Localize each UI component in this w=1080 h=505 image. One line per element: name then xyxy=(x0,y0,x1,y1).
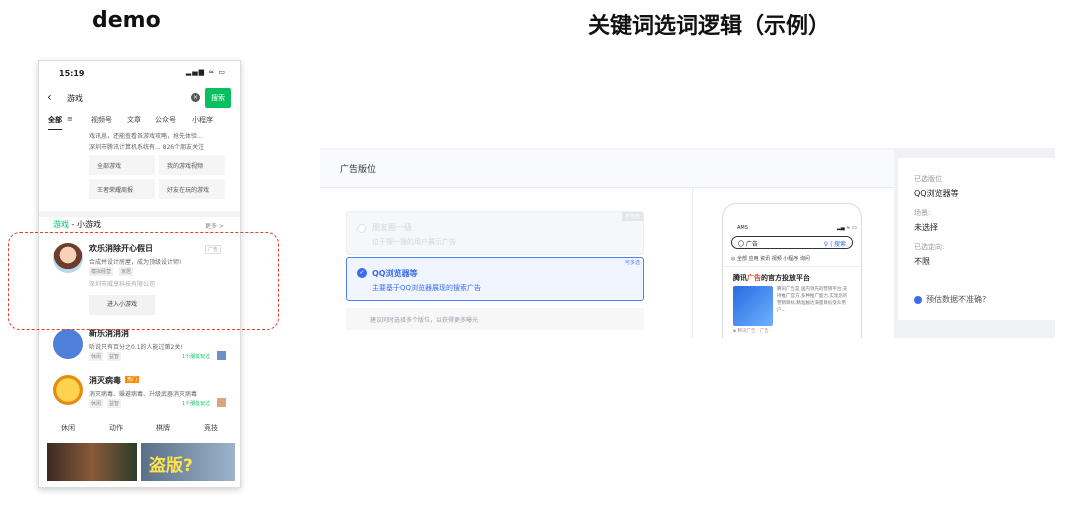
more-link[interactable]: 更多 > xyxy=(205,221,224,230)
honor-of-kings-weekly-button[interactable]: 王者荣耀周报 xyxy=(89,179,155,199)
selected-placement-label: 已选版位 xyxy=(914,175,942,183)
option-description: 主要基于QQ浏览器展现的搜索广告 xyxy=(372,284,482,292)
selected-placement-value: QQ浏览器等 xyxy=(914,189,959,198)
search-row: ‹ 游戏 × 搜索 xyxy=(39,87,240,109)
estimate-inaccurate-link[interactable]: 预估数据不准确? xyxy=(926,294,986,305)
targeting-label: 已选定向: xyxy=(914,243,945,251)
preview-ad-title: 腾讯广告的官方投放平台 xyxy=(733,274,810,282)
option-badge: 不可选 xyxy=(621,212,643,221)
section-divider xyxy=(39,211,240,217)
placement-option-qq-browser[interactable]: ✓ QQ浏览器等 主要基于QQ浏览器展现的搜索广告 可多选 xyxy=(346,257,644,301)
keyword-logic-title: 关键词选词逻辑（示例） xyxy=(588,14,831,39)
option-description: 位于搜一搜的用户展示广告 xyxy=(372,238,456,246)
game-banner-left[interactable] xyxy=(47,443,137,481)
tab-official-account[interactable]: 公众号 xyxy=(155,115,176,125)
preview-search-button: ♀ | 搜索 xyxy=(823,241,846,248)
hot-tag: 热门 xyxy=(125,376,140,383)
genre-chip: 益智 xyxy=(107,399,122,408)
friends-games-button[interactable]: 好友在玩的游戏 xyxy=(159,179,225,199)
preview-tabs: ◎ 全部 应用 资讯 视频 小程序 询问 xyxy=(731,256,810,262)
friends-played: 1个朋友玩过 xyxy=(182,401,211,407)
all-games-button[interactable]: 全部游戏 xyxy=(89,155,155,175)
friends-played: 1个朋友玩过 xyxy=(182,354,211,360)
option-title: QQ浏览器等 xyxy=(372,269,418,278)
ad-preview-phone: AMS ▂▄ ≈ ▭ 〇 广告 ♀ | 搜索 ◎ 全部 应用 资讯 视频 小程序… xyxy=(722,203,862,338)
scene-label: 场景: xyxy=(914,209,931,217)
genre-chip: 休闲 xyxy=(89,399,104,408)
tab-mini-program[interactable]: 小程序 xyxy=(192,115,213,125)
option-badge: 可多选 xyxy=(624,260,640,266)
status-time: 15:19 xyxy=(59,69,85,78)
category-casual[interactable]: 休闲 xyxy=(61,423,75,433)
placement-option-moments: 朋友圈一级 位于搜一搜的用户展示广告 不可选 xyxy=(346,211,644,255)
banner-text: 盗版? xyxy=(149,456,193,476)
friend-avatar-icon xyxy=(217,351,226,360)
preview-ad-footer: ▪ 腾讯广告 · 广告 · xyxy=(733,329,772,334)
status-bar: 15:19 ▂▄▆ ≈ ▭ xyxy=(39,61,240,85)
radio-disabled xyxy=(357,224,366,233)
brand-company-line: 深圳市腾讯计算机系统有... 826个朋友关注 xyxy=(89,144,205,151)
scene-value: 未选择 xyxy=(914,223,938,232)
preview-search-text: 〇 广告 xyxy=(738,241,758,248)
placement-hint: 建议同时选择多个版位，以获得更多曝光 xyxy=(346,308,644,330)
category-action[interactable]: 动作 xyxy=(109,423,123,433)
tab-video[interactable]: 视频号 xyxy=(91,115,112,125)
selection-summary-panel: 已选版位 QQ浏览器等 场景: 未选择 已选定向: 不限 预估数据不准确? xyxy=(898,158,1055,320)
back-arrow-icon[interactable]: ‹ xyxy=(47,90,52,104)
mini-games-section-title: 游戏 - 小游戏 xyxy=(53,220,101,229)
category-board[interactable]: 棋牌 xyxy=(156,423,170,433)
search-input[interactable]: 游戏 xyxy=(67,93,83,104)
brand-info-line: 戏讯息，还能查看各游戏攻略，抢先体验... xyxy=(89,133,203,140)
game-description: 听说只有百分之0.1的人能过第2关! xyxy=(89,344,183,351)
tab-article[interactable]: 文章 xyxy=(127,115,141,125)
search-tabs: 全部 ≡ 视频号 文章 公众号 小程序 xyxy=(39,113,240,130)
signal-wifi-battery-icon: ▂▄▆ ≈ ▭ xyxy=(185,68,226,76)
check-circle-icon[interactable]: ✓ xyxy=(357,268,367,278)
option-title: 朋友圈一级 xyxy=(372,223,412,232)
my-game-videos-button[interactable]: 我的游戏视频 xyxy=(159,155,225,175)
demo-title: demo xyxy=(92,8,161,33)
panel-header: 广告版位 xyxy=(320,150,894,188)
game-avatar-virus[interactable] xyxy=(53,375,83,405)
search-button[interactable]: 搜索 xyxy=(205,88,231,108)
preview-search-bar: 〇 广告 ♀ | 搜索 xyxy=(731,236,853,249)
game-banner-right[interactable]: 盗版? xyxy=(141,443,235,481)
panel-header-title: 广告版位 xyxy=(340,165,377,175)
category-competitive[interactable]: 竞技 xyxy=(204,423,218,433)
targeting-value: 不限 xyxy=(914,257,930,266)
ad-highlight-dashed-box xyxy=(8,232,279,330)
genre-chip: 休闲 xyxy=(89,352,104,361)
clear-icon[interactable]: × xyxy=(191,93,200,102)
game-description: 消灭病毒、躲避病毒、升级武器消灭病毒 xyxy=(89,391,198,398)
preview-ad-image xyxy=(733,286,773,326)
friend-avatar-icon xyxy=(217,398,226,407)
panel-divider xyxy=(692,188,693,338)
preview-ad-description: 腾讯广告是 国内领先的营销平台,支持推广官方,多种推广能力,实现您的营销目标,精… xyxy=(777,287,848,313)
game-name[interactable]: 消灭病毒 xyxy=(89,375,121,386)
preview-status-icons: ▂▄ ≈ ▭ xyxy=(837,225,857,231)
preview-divider xyxy=(723,266,861,267)
game-avatar-xinle[interactable] xyxy=(53,329,83,359)
preview-status-time: AMS xyxy=(737,225,748,231)
tab-underline xyxy=(48,129,62,130)
tab-all[interactable]: 全部 xyxy=(48,115,62,125)
genre-chip: 益智 xyxy=(107,352,122,361)
filter-icon[interactable]: ≡ xyxy=(67,115,73,123)
help-icon[interactable] xyxy=(914,296,922,304)
